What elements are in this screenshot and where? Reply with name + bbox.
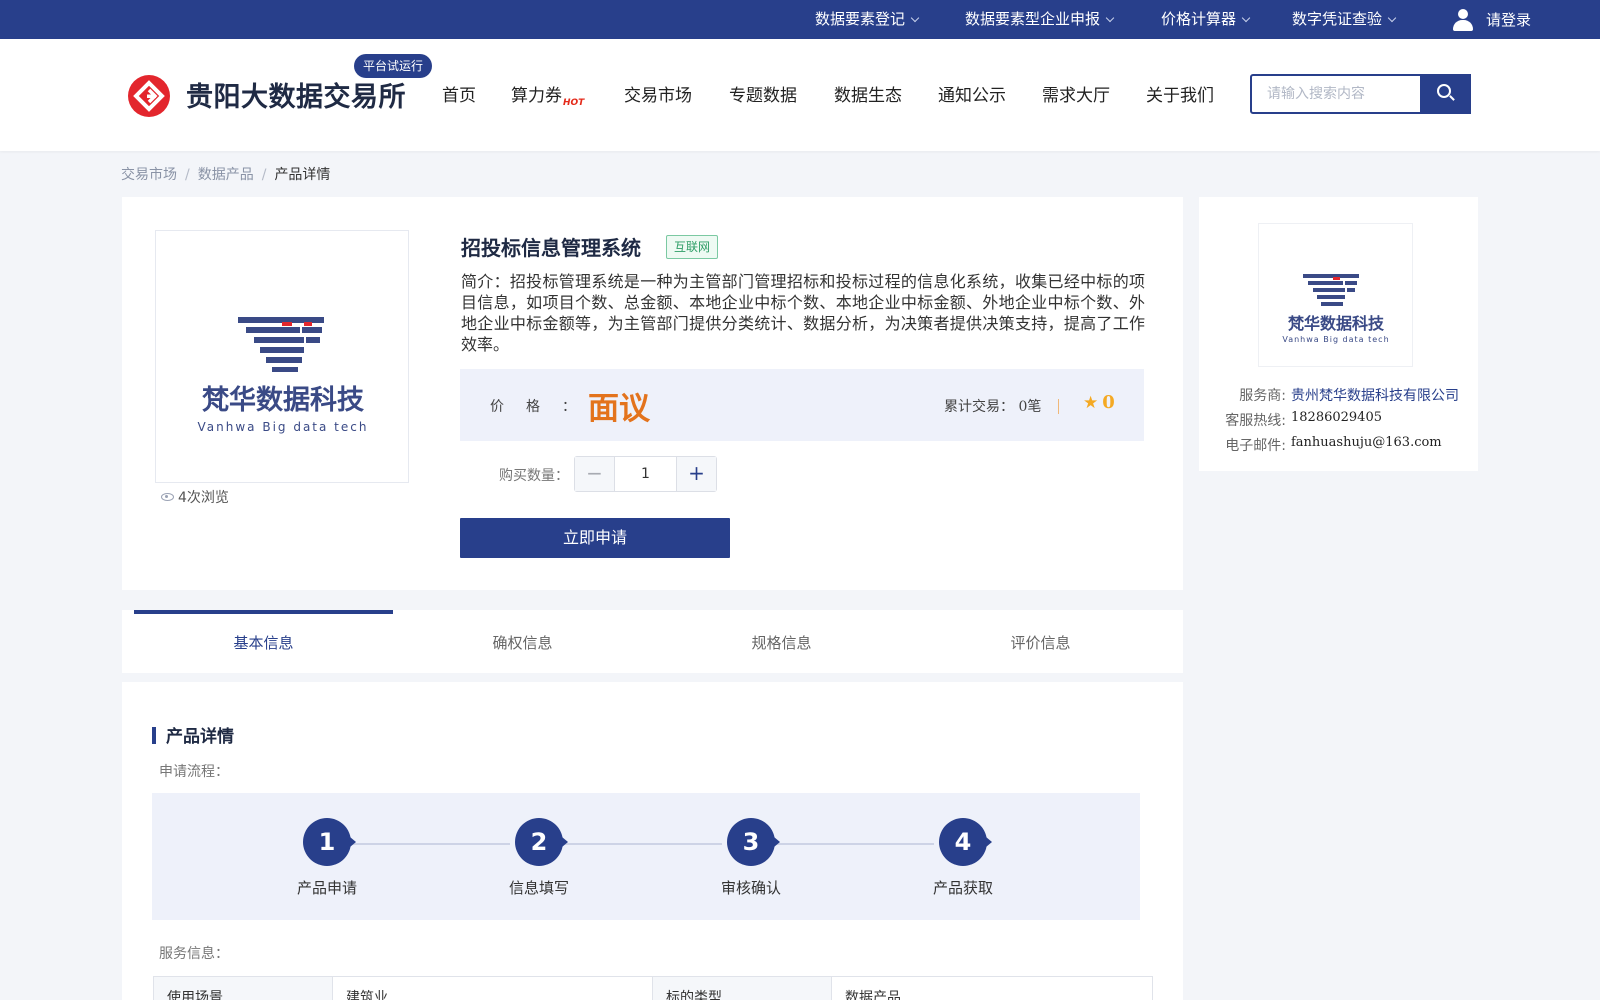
chevron-down-icon: [1241, 13, 1251, 23]
image-logo-text: 梵华数据科技: [1288, 314, 1385, 333]
increment-button[interactable]: +: [676, 457, 716, 491]
nav-demand-hall[interactable]: 需求大厅: [1042, 81, 1110, 106]
site-header: 贵阳大数据交易所 平台试运行 首页 算力券HOT 交易市场 专题数据 数据生态 …: [0, 39, 1600, 151]
table-cell-key: 使用场景: [153, 976, 333, 1000]
step-label: 产品获取: [932, 879, 993, 897]
trade-count: 累计交易： 0笔: [944, 399, 1042, 415]
breadcrumb: 交易市场 / 数据产品 / 产品详情: [121, 167, 331, 183]
tab-basic-info[interactable]: 基本信息: [134, 610, 393, 673]
topbar-enterprise-declaration[interactable]: 数据要素型企业申报: [965, 0, 1115, 39]
view-count: 4次浏览: [161, 487, 229, 507]
nav-ecosystem[interactable]: 数据生态: [834, 81, 902, 106]
topbar-certificate-check[interactable]: 数字凭证查验: [1292, 0, 1397, 39]
hot-badge: HOT: [563, 98, 585, 108]
vanhwa-logo-image: 梵华数据科技 Vanhwa Big data tech: [198, 317, 369, 434]
breadcrumb-current: 产品详情: [274, 167, 331, 183]
image-logo-sub: Vanhwa Big data tech: [1282, 335, 1389, 344]
step-label: 产品申请: [296, 879, 357, 897]
eye-icon: [161, 493, 174, 501]
login-button[interactable]: 请登录: [1452, 0, 1531, 39]
process-label: 申请流程：: [159, 764, 229, 780]
tab-review-info[interactable]: 评价信息: [911, 610, 1170, 673]
site-name[interactable]: 贵阳大数据交易所: [186, 75, 406, 114]
table-cell-value: 建筑业: [332, 976, 653, 1000]
trial-badge: 平台试运行: [354, 54, 433, 78]
step-number: 2: [515, 818, 568, 866]
provider-name-link[interactable]: 贵州梵华数据科技有限公司: [1291, 385, 1459, 405]
provider-email-row: 电子邮件: fanhuashuju@163.com: [1225, 435, 1442, 454]
rating: ★ 0: [1083, 392, 1115, 413]
breadcrumb-data-products[interactable]: 数据产品: [198, 167, 254, 183]
step-item: 3 审核确认: [681, 818, 821, 898]
chevron-down-icon: [1105, 13, 1115, 23]
price-panel: 价格： 面议 累计交易： 0笔 ★ 0: [460, 369, 1144, 441]
image-logo-sub: Vanhwa Big data tech: [198, 420, 369, 434]
provider-name-row: 服务商: 贵州梵华数据科技有限公司: [1218, 385, 1459, 405]
quantity-stepper: − 1 +: [574, 456, 717, 492]
step-number: 3: [727, 818, 780, 866]
price-value: 面议: [588, 391, 650, 427]
product-image: 梵华数据科技 Vanhwa Big data tech: [155, 230, 409, 483]
top-utility-bar: 数据要素登记 数据要素型企业申报 价格计算器 数字凭证查验 请登录: [0, 0, 1600, 39]
service-label: 服务信息：: [159, 946, 229, 962]
star-icon: ★: [1083, 392, 1099, 413]
tab-rights-info[interactable]: 确权信息: [393, 610, 652, 673]
nav-market[interactable]: 交易市场: [624, 81, 692, 106]
provider-logo: 梵华数据科技 Vanhwa Big data tech: [1258, 223, 1413, 367]
nav-home[interactable]: 首页: [442, 81, 476, 106]
provider-hotline-row: 客服热线: 18286029405: [1225, 410, 1382, 429]
section-title: 产品详情: [166, 727, 234, 747]
step-item: 1 产品申请: [257, 818, 397, 898]
decrement-button[interactable]: −: [575, 457, 615, 491]
nav-about[interactable]: 关于我们: [1146, 81, 1214, 106]
search-button[interactable]: [1420, 74, 1470, 114]
nav-notices[interactable]: 通知公示: [938, 81, 1006, 106]
step-number: 1: [303, 818, 356, 866]
table-cell-value: 数据产品: [831, 976, 1153, 1000]
product-title: 招投标信息管理系统: [461, 236, 641, 260]
quantity-label: 购买数量：: [499, 468, 569, 484]
tab-spec-info[interactable]: 规格信息: [652, 610, 911, 673]
price-label: 价格：: [490, 399, 598, 415]
apply-button[interactable]: 立即申请: [460, 518, 730, 558]
exchange-logo-icon[interactable]: [128, 75, 170, 117]
quantity-value[interactable]: 1: [615, 457, 676, 491]
step-item: 4 产品获取: [893, 818, 1033, 898]
topbar-data-registration[interactable]: 数据要素登记: [815, 0, 920, 39]
step-label: 信息填写: [508, 879, 569, 897]
step-item: 2 信息填写: [469, 818, 609, 898]
nav-topic-data[interactable]: 专题数据: [729, 81, 797, 106]
table-cell-key: 标的类型: [652, 976, 832, 1000]
divider: [1058, 399, 1059, 414]
user-icon: [1452, 8, 1474, 32]
step-label: 审核确认: [720, 879, 781, 897]
vanhwa-logo-image: 梵华数据科技 Vanhwa Big data tech: [1282, 274, 1389, 344]
topbar-price-calculator[interactable]: 价格计算器: [1161, 0, 1251, 39]
image-logo-text: 梵华数据科技: [202, 384, 364, 416]
category-tag: 互联网: [666, 235, 719, 259]
product-description: 简介：招投标管理系统是一种为主管部门管理招标和投标过程的信息化系统，收集已经中标…: [461, 272, 1145, 354]
step-number: 4: [939, 818, 992, 866]
table-row: 使用场景 建筑业 标的类型 数据产品: [153, 976, 1153, 1000]
service-info-table: 使用场景 建筑业 标的类型 数据产品: [153, 976, 1153, 1000]
nav-compute-voucher[interactable]: 算力券HOT: [511, 81, 585, 108]
breadcrumb-market[interactable]: 交易市场: [121, 167, 177, 183]
section-marker: [152, 727, 156, 744]
chevron-down-icon: [910, 13, 920, 23]
chevron-down-icon: [1387, 13, 1397, 23]
